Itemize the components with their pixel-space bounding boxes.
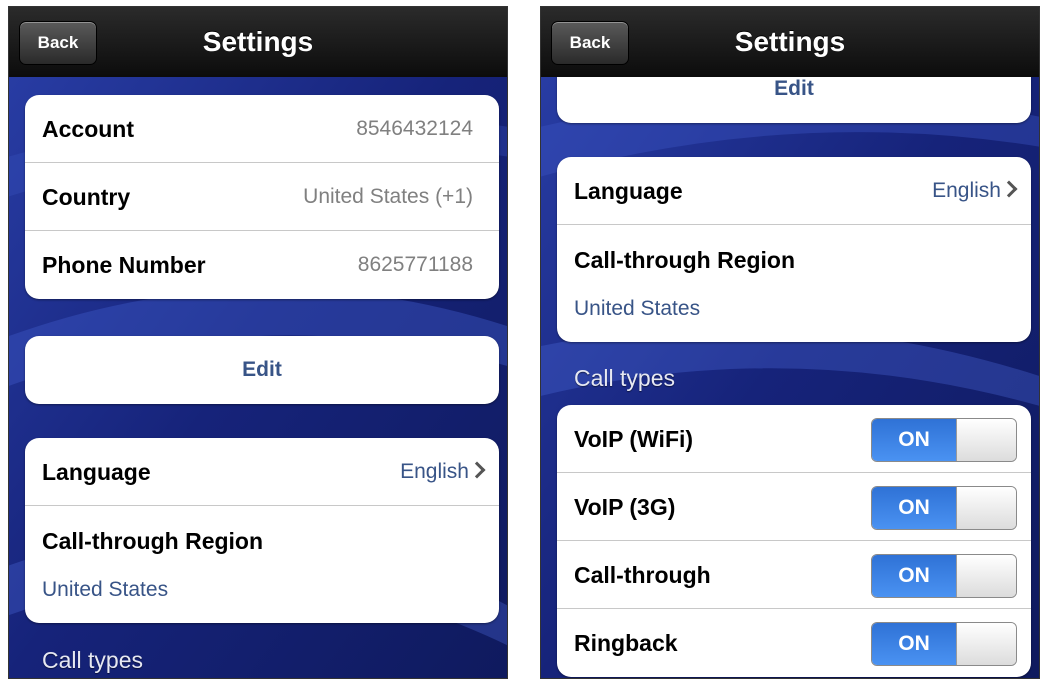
country-value: United States (+1): [303, 185, 473, 208]
chevron-right-icon: [1000, 180, 1018, 198]
toggle-knob: [956, 623, 1016, 665]
ringback-toggle[interactable]: ON: [871, 622, 1017, 666]
language-label: Language: [574, 178, 683, 204]
call-through-region-label: Call-through Region: [574, 247, 796, 273]
toggle-knob: [956, 487, 1016, 529]
right-screen: Back Settings Edit Language English Call…: [540, 6, 1040, 679]
settings-content: Edit Language English Call-through Regio…: [541, 55, 1039, 678]
language-value: English: [400, 460, 469, 483]
call-type-row-voip-3g: VoIP (3G) ON: [557, 473, 1031, 541]
toggle-on-label: ON: [872, 555, 956, 597]
ringback-label: Ringback: [574, 630, 678, 656]
toggle-knob: [956, 419, 1016, 461]
settings-content: Account 8546432124 Country United States…: [9, 77, 507, 678]
preferences-group: Language English Call-through Region Uni…: [25, 438, 499, 623]
call-through-region-value: United States: [42, 578, 169, 601]
voip-wifi-toggle[interactable]: ON: [871, 418, 1017, 462]
edit-label: Edit: [242, 358, 282, 381]
language-value: English: [932, 179, 1001, 202]
voip-3g-label: VoIP (3G): [574, 494, 676, 520]
nav-bar: Back Settings: [541, 7, 1039, 77]
edit-button[interactable]: Edit: [25, 336, 499, 404]
call-through-region-row[interactable]: Call-through Region United States: [557, 225, 1031, 342]
call-type-row-ringback: Ringback ON: [557, 609, 1031, 677]
call-through-region-label: Call-through Region: [42, 528, 264, 554]
nav-bar: Back Settings: [9, 7, 507, 77]
account-label: Account: [42, 116, 134, 142]
account-value: 8546432124: [356, 117, 473, 140]
call-types-group: VoIP (WiFi) ON VoIP (3G) ON Call-through…: [557, 405, 1031, 677]
call-through-label: Call-through: [574, 562, 711, 588]
toggle-knob: [956, 555, 1016, 597]
language-label: Language: [42, 459, 151, 485]
account-row: Account 8546432124: [25, 95, 499, 163]
page-title: Settings: [734, 26, 846, 57]
call-type-row-call-through: Call-through ON: [557, 541, 1031, 609]
phone-number-label: Phone Number: [42, 252, 206, 278]
call-through-region-row[interactable]: Call-through Region United States: [25, 506, 499, 623]
account-group: Account 8546432124 Country United States…: [25, 95, 499, 299]
language-row[interactable]: Language English: [25, 438, 499, 506]
voip-3g-toggle[interactable]: ON: [871, 486, 1017, 530]
page-title: Settings: [202, 26, 314, 57]
phone-number-value: 8625771188: [357, 253, 473, 276]
toggle-on-label: ON: [872, 419, 956, 461]
chevron-right-icon: [468, 461, 486, 479]
call-types-header: Call types: [42, 647, 143, 673]
left-screen: Back Settings Account 8546432124 Country…: [8, 6, 508, 679]
country-label: Country: [42, 184, 131, 210]
voip-wifi-label: VoIP (WiFi): [574, 426, 694, 452]
language-row[interactable]: Language English: [557, 157, 1031, 225]
call-types-header: Call types: [574, 365, 675, 391]
toggle-on-label: ON: [872, 623, 956, 665]
phone-number-row: Phone Number 8625771188: [25, 231, 499, 299]
call-type-row-voip-wifi: VoIP (WiFi) ON: [557, 405, 1031, 473]
country-row[interactable]: Country United States (+1): [25, 163, 499, 231]
call-through-toggle[interactable]: ON: [871, 554, 1017, 598]
preferences-group: Language English Call-through Region Uni…: [557, 157, 1031, 342]
toggle-on-label: ON: [872, 487, 956, 529]
call-through-region-value: United States: [574, 297, 701, 320]
